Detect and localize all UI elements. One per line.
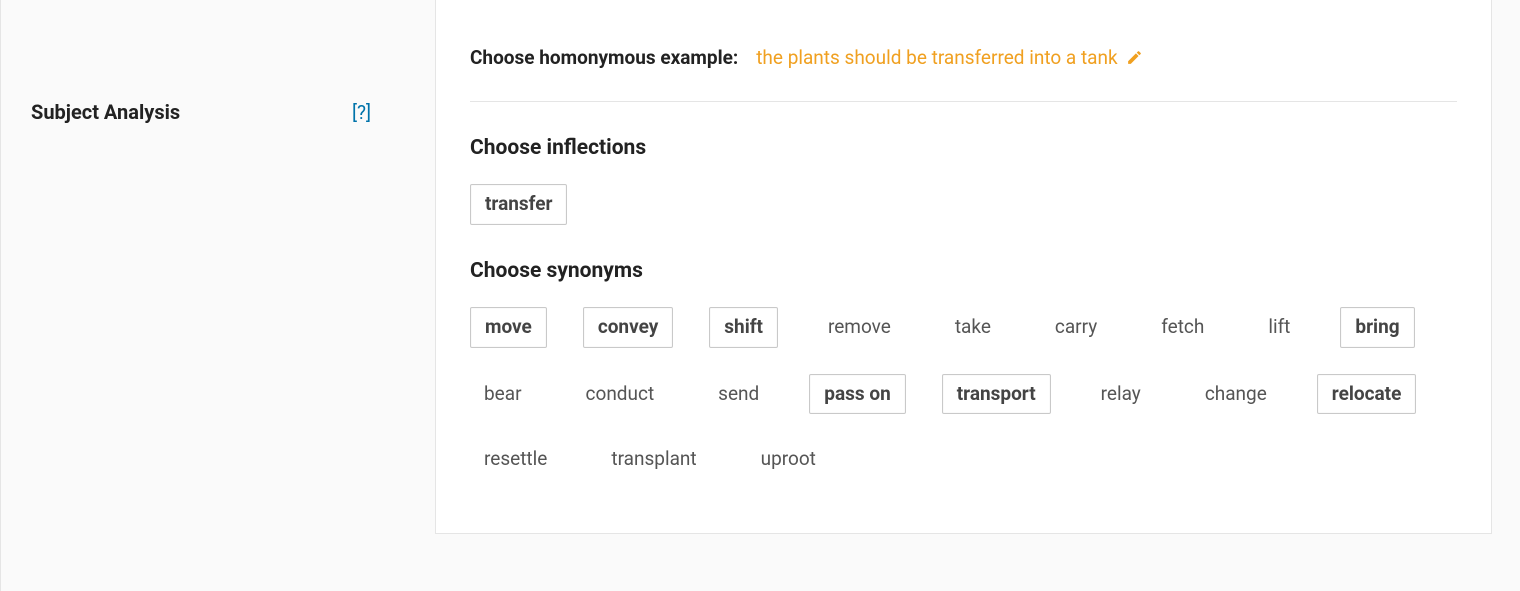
sidebar: Subject Analysis [?] [0,0,397,591]
synonym-token-transplant[interactable]: transplant [597,440,710,479]
synonyms-list: moveconveyshiftremovetakecarryfetchliftb… [470,307,1457,479]
synonym-token-lift[interactable]: lift [1254,308,1304,347]
homonymous-example-row: Choose homonymous example: the plants sh… [470,26,1457,102]
sidebar-heading: Subject Analysis [31,100,180,124]
main-panel: Choose homonymous example: the plants sh… [397,0,1520,591]
synonym-token-change[interactable]: change [1191,375,1281,414]
synonym-token-move[interactable]: move [470,307,547,348]
analysis-card: Choose homonymous example: the plants sh… [435,0,1492,534]
example-label: Choose homonymous example: [470,46,738,69]
synonym-token-shift[interactable]: shift [709,307,778,348]
synonym-token-relocate[interactable]: relocate [1317,374,1417,415]
synonym-token-remove[interactable]: remove [814,308,905,347]
synonym-token-carry[interactable]: carry [1041,308,1111,347]
synonym-token-bear[interactable]: bear [470,375,536,414]
example-text: the plants should be transferred into a … [756,46,1117,69]
synonym-token-convey[interactable]: convey [583,307,673,348]
inflection-token-transfer[interactable]: transfer [470,184,567,225]
synonym-token-transport[interactable]: transport [942,374,1051,415]
homonymous-example-link[interactable]: the plants should be transferred into a … [756,46,1142,69]
inflections-heading: Choose inflections [470,136,1457,160]
synonym-token-relay[interactable]: relay [1087,375,1155,414]
synonyms-heading: Choose synonyms [470,259,1457,283]
pencil-icon [1126,49,1143,66]
synonym-token-take[interactable]: take [941,308,1005,347]
synonym-token-fetch[interactable]: fetch [1147,308,1218,347]
synonym-token-uproot[interactable]: uproot [747,440,830,479]
sidebar-item-subject-analysis[interactable]: Subject Analysis [?] [1,96,397,128]
synonym-token-send[interactable]: send [704,375,773,414]
help-link[interactable]: [?] [352,101,371,124]
synonym-token-resettle[interactable]: resettle [470,440,561,479]
synonym-token-conduct[interactable]: conduct [572,375,669,414]
synonym-token-pass-on[interactable]: pass on [809,374,905,415]
synonym-token-bring[interactable]: bring [1340,307,1414,348]
inflections-list: transfer [470,184,1457,225]
